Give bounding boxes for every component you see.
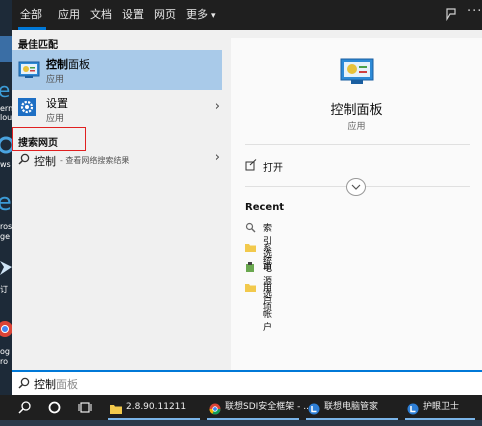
- best-match-heading: 最佳匹配: [18, 40, 58, 51]
- detail-subtitle: 应用: [347, 122, 366, 132]
- desktop-icon-label: ro: [0, 357, 9, 366]
- eye-care-icon: [407, 401, 419, 415]
- taskbar-app-eyecare[interactable]: 护眼卫士: [405, 395, 475, 420]
- chevron-right-icon[interactable]: ›: [215, 99, 220, 114]
- taskbar-app-label: 联想SDI安全框架 - ...: [225, 402, 312, 412]
- detail-pane: 控制面板 应用 打开 Recent 索引选项 系统 电源选项 用户帐户: [231, 38, 482, 370]
- power-options-icon: [245, 262, 256, 273]
- desktop-icon-label: lou: [0, 113, 12, 122]
- best-match-title-rest: 面板: [68, 58, 90, 71]
- best-match-title-bold: 控制: [46, 58, 68, 71]
- desktop-background: ern e lou ws e ros ge 订 og ro: [0, 0, 12, 395]
- search-web-heading: 搜索网页: [18, 138, 58, 149]
- open-icon: [245, 159, 257, 171]
- desktop-icon-label: og: [0, 347, 10, 356]
- desktop-icon-label: ros: [0, 222, 12, 231]
- divider: [245, 144, 470, 145]
- search-query-suggestion: 面板: [56, 378, 78, 391]
- bird-icon[interactable]: [0, 255, 12, 279]
- search-query-typed: 控制: [34, 378, 56, 391]
- taskbar-app-lenovo[interactable]: 联想电脑管家: [306, 395, 398, 420]
- task-view-icon[interactable]: [78, 401, 92, 414]
- search-tab-bar: 全部 应用 文档 设置 网页 更多 ▾ ···: [12, 0, 482, 30]
- taskbar-app-chrome[interactable]: 联想SDI安全框架 - ...: [207, 395, 312, 420]
- chevron-down-icon: ▾: [211, 11, 216, 21]
- taskbar-app-label: 联想电脑管家: [324, 402, 379, 412]
- web-result-query: 控制: [34, 155, 56, 168]
- chrome-icon[interactable]: [0, 318, 12, 340]
- chevron-down-icon: [351, 184, 361, 190]
- best-match-title: 控制面板: [46, 56, 90, 72]
- search-box[interactable]: 控制面板: [12, 370, 482, 395]
- more-options-icon[interactable]: ···: [467, 4, 482, 19]
- control-panel-icon: [18, 61, 40, 79]
- cortana-icon[interactable]: [48, 401, 61, 414]
- folder-icon: [110, 401, 122, 414]
- search-panel: 全部 应用 文档 设置 网页 更多 ▾ ··· 最佳匹配 控制面板 应用 设置 …: [12, 0, 482, 395]
- tab-more[interactable]: 更多 ▾: [186, 0, 216, 30]
- tab-more-label: 更多: [186, 8, 208, 21]
- search-icon: [18, 153, 30, 165]
- taskbar-app-label: 护眼卫士: [423, 402, 460, 412]
- recent-item-label: 用户帐户: [263, 284, 273, 333]
- detail-title: 控制面板: [330, 103, 383, 118]
- folder-icon: [245, 242, 256, 253]
- feedback-icon[interactable]: [444, 7, 458, 25]
- tab-apps[interactable]: 应用: [58, 0, 80, 30]
- settings-result-title: 设置: [46, 97, 68, 110]
- search-icon[interactable]: [18, 401, 31, 414]
- desktop-icon-label: ge: [0, 232, 10, 241]
- best-match-subtitle: 应用: [46, 75, 65, 85]
- taskbar: 2.8.90.11211 联想SDI安全框架 - ... 联想电脑管家 护眼卫士: [0, 395, 482, 420]
- taskbar-app-label: 2.8.90.11211: [126, 402, 187, 412]
- expand-chevron-button[interactable]: [346, 178, 366, 196]
- edge-icon[interactable]: e: [0, 78, 12, 102]
- desktop-icon-label: 订: [0, 285, 8, 294]
- tab-all[interactable]: 全部: [20, 0, 42, 30]
- web-result-subtitle: - 查看网络搜索结果: [60, 156, 130, 165]
- web-search-result-item[interactable]: 控制 - 查看网络搜索结果 ›: [12, 150, 230, 170]
- lenovo-icon: [308, 401, 320, 415]
- ie-icon[interactable]: [0, 136, 12, 154]
- tab-web[interactable]: 网页: [154, 0, 176, 30]
- chrome-icon: [209, 401, 221, 415]
- tab-settings[interactable]: 设置: [122, 0, 144, 30]
- search-input[interactable]: 控制面板: [34, 376, 78, 392]
- settings-result-item[interactable]: 设置 应用 ›: [12, 90, 230, 126]
- svg-text:e: e: [0, 190, 12, 214]
- svg-text:e: e: [0, 80, 10, 100]
- open-label: 打开: [263, 163, 283, 174]
- taskbar-app-folder[interactable]: 2.8.90.11211: [108, 395, 200, 420]
- tab-documents[interactable]: 文档: [90, 0, 112, 30]
- settings-result-subtitle: 应用: [46, 114, 65, 124]
- recent-heading: Recent: [245, 202, 285, 213]
- chevron-right-icon[interactable]: ›: [215, 150, 220, 165]
- desktop-icon-label: ws: [0, 160, 11, 169]
- search-icon: [18, 377, 30, 389]
- best-match-item[interactable]: 控制面板 应用: [12, 50, 222, 90]
- folder-icon: [245, 282, 256, 293]
- open-action[interactable]: 打开: [245, 156, 365, 174]
- index-options-icon: [245, 222, 256, 233]
- gear-icon: [18, 98, 36, 116]
- desktop-icon[interactable]: [0, 36, 12, 62]
- desktop-icon-label: ern: [0, 104, 12, 113]
- edge-icon[interactable]: e: [0, 188, 12, 216]
- control-panel-large-icon: [340, 58, 374, 86]
- results-list: 最佳匹配 控制面板 应用 设置 应用 › 搜索网页 控制 - 查看网络搜索结果 …: [12, 30, 230, 370]
